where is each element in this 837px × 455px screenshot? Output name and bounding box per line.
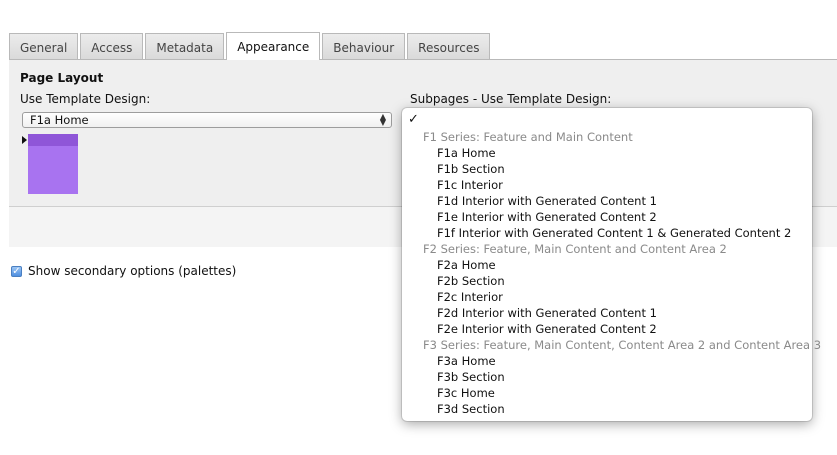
menu-option[interactable]: F1f Interior with Generated Content 1 & …	[437, 225, 791, 241]
disclosure-triangle-icon[interactable]	[22, 136, 27, 144]
menu-option[interactable]: F3c Home	[437, 385, 495, 401]
selected-check-icon[interactable]: ✓	[408, 112, 419, 128]
tab-general[interactable]: General	[9, 33, 79, 60]
menu-group-f2: F2 Series: Feature, Main Content and Con…	[423, 242, 727, 256]
tab-appearance[interactable]: Appearance	[226, 32, 321, 60]
menu-option[interactable]: F1b Section	[437, 161, 505, 177]
select-arrows-icon: ▲ ▼	[379, 112, 386, 127]
menu-option[interactable]: F2d Interior with Generated Content 1	[437, 305, 657, 321]
page-layout-title: Page Layout	[20, 71, 104, 85]
menu-option[interactable]: F2b Section	[437, 273, 505, 289]
subpages-template-label: Subpages - Use Template Design:	[410, 92, 612, 106]
menu-option[interactable]: F3d Section	[437, 401, 505, 417]
menu-option[interactable]: F1c Interior	[437, 177, 503, 193]
menu-option[interactable]: F1d Interior with Generated Content 1	[437, 193, 657, 209]
template-design-label: Use Template Design:	[20, 92, 151, 106]
tab-metadata[interactable]: Metadata	[145, 33, 225, 60]
tab-bar: General Access Metadata Appearance Behav…	[9, 32, 492, 60]
page: General Access Metadata Appearance Behav…	[0, 0, 837, 455]
menu-option[interactable]: F3a Home	[437, 353, 496, 369]
menu-option[interactable]: F2c Interior	[437, 289, 503, 305]
menu-option[interactable]: F2e Interior with Generated Content 2	[437, 321, 657, 337]
template-preview-header	[28, 134, 78, 146]
template-design-value: F1a Home	[30, 113, 89, 127]
secondary-options-row[interactable]: ✓ Show secondary options (palettes)	[11, 264, 236, 278]
menu-group-f1: F1 Series: Feature and Main Content	[423, 130, 633, 144]
menu-option[interactable]: F1a Home	[437, 145, 496, 161]
menu-option[interactable]: F2a Home	[437, 257, 496, 273]
tab-access[interactable]: Access	[80, 33, 144, 60]
menu-option[interactable]: F1e Interior with Generated Content 2	[437, 209, 657, 225]
menu-option[interactable]: F3b Section	[437, 369, 505, 385]
secondary-options-label: Show secondary options (palettes)	[28, 264, 237, 278]
secondary-options-checkbox[interactable]: ✓	[11, 265, 22, 277]
tab-behaviour[interactable]: Behaviour	[322, 33, 406, 60]
subpages-template-dropdown[interactable]: ✓ F1 Series: Feature and Main Content F1…	[402, 108, 821, 421]
template-design-select[interactable]: F1a Home ▲ ▼	[22, 112, 392, 128]
template-preview-thumbnail	[28, 134, 78, 194]
menu-group-f3: F3 Series: Feature, Main Content, Conten…	[423, 338, 822, 352]
tab-resources[interactable]: Resources	[407, 33, 491, 60]
